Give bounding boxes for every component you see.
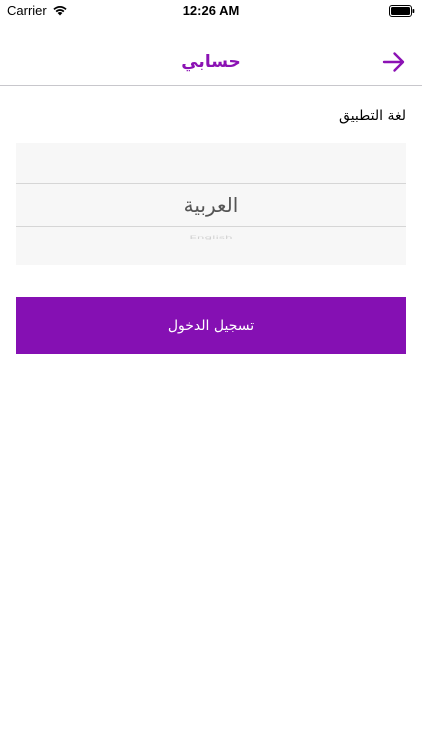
status-bar: Carrier 12:26 AM (0, 0, 422, 22)
arrow-right-icon (382, 52, 405, 72)
navigation-bar: حسابي (0, 22, 422, 86)
app-language-label: لغة التطبيق (339, 108, 406, 124)
battery-icon (389, 5, 415, 17)
status-time: 12:26 AM (182, 3, 240, 18)
picker-divider-bottom (16, 226, 406, 227)
login-button[interactable]: تسجيل الدخول (16, 297, 406, 354)
screen: Carrier 12:26 AM حسابي لغة التطبيق العرب… (0, 0, 422, 750)
picker-selected-option[interactable]: العربية (16, 184, 406, 226)
language-picker[interactable]: العربية English (16, 143, 406, 265)
back-button[interactable] (380, 48, 408, 76)
page-title: حسابي (181, 52, 241, 72)
picker-next-option[interactable]: English (16, 235, 406, 242)
